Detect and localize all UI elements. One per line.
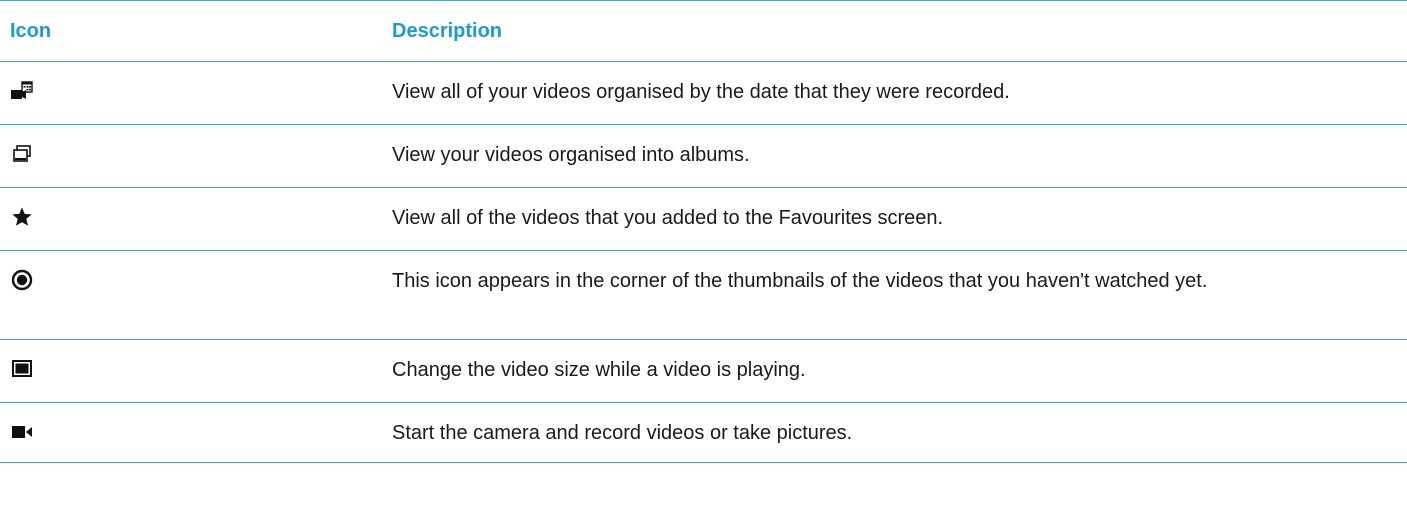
- star-icon: [10, 205, 34, 229]
- albums-icon: [10, 142, 34, 166]
- icon-cell: [0, 188, 392, 250]
- table-row: This icon appears in the corner of the t…: [0, 250, 1407, 339]
- row-description: This icon appears in the corner of the t…: [392, 270, 1208, 292]
- icon-cell: [0, 251, 392, 339]
- row-description: View your videos organised into albums.: [392, 144, 750, 166]
- row-description: View all of your videos organised by the…: [392, 81, 1010, 103]
- video-size-icon: [10, 357, 34, 381]
- icon-cell: [0, 403, 392, 462]
- icon-cell: [0, 125, 392, 187]
- table-row: View all of your videos organised by the…: [0, 61, 1407, 124]
- icon-description-table: Icon Description View all of your videos: [0, 0, 1407, 463]
- unwatched-dot-icon: [10, 268, 34, 292]
- icon-cell: [0, 340, 392, 402]
- header-description-column: Description: [392, 20, 503, 42]
- row-description: Change the video size while a video is p…: [392, 359, 806, 381]
- calendar-video-icon: [10, 79, 34, 103]
- row-description: Start the camera and record videos or ta…: [392, 422, 853, 444]
- row-description: View all of the videos that you added to…: [392, 207, 944, 229]
- header-icon-column: Icon: [10, 20, 52, 42]
- table-row: Start the camera and record videos or ta…: [0, 402, 1407, 463]
- icon-cell: [0, 62, 392, 124]
- table-row: View your videos organised into albums.: [0, 124, 1407, 187]
- video-camera-icon: [10, 420, 34, 444]
- table-row: View all of the videos that you added to…: [0, 187, 1407, 250]
- table-row: Change the video size while a video is p…: [0, 339, 1407, 402]
- table-header-row: Icon Description: [0, 0, 1407, 61]
